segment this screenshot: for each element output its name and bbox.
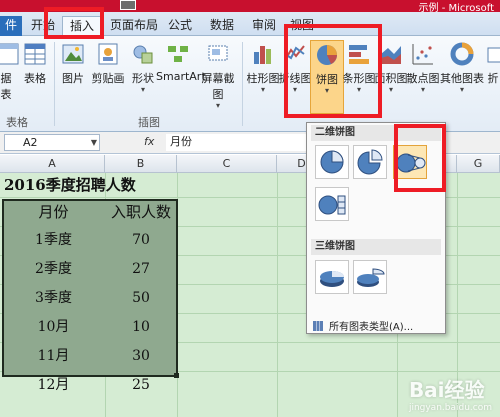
column-header-g[interactable]: G [457,155,500,173]
table-cell-label[interactable]: 1季度 [2,227,105,253]
3d-exploded-pie-icon [357,268,385,287]
name-box-value: A2 [23,136,38,149]
header-cell-hires[interactable]: 入职人数 [105,199,177,225]
table-cell-label[interactable]: 2季度 [2,256,105,282]
clipart-label: 剪贴画 [91,72,125,85]
picture-label: 图片 [62,72,84,85]
tab-review[interactable]: 审阅 [248,16,280,36]
column-header-a[interactable]: A [0,155,105,173]
exploded-pie-icon [357,149,383,175]
scatter-chart-button[interactable]: 散点图 ▾ [406,40,440,94]
formula-input[interactable]: 月份 [166,134,306,151]
scatter-chart-icon [412,44,433,65]
group-separator [242,42,243,126]
shapes-icon [133,45,153,64]
group-label-tables: 表格 [6,116,28,129]
chart-types-icon [313,321,323,331]
table-cell-value[interactable]: 27 [105,256,177,282]
all-chart-types-label: 所有图表类型(A)... [329,322,414,333]
bar-of-pie-icon [318,195,346,215]
table-button[interactable]: 表格 [20,40,50,86]
pie-option-bar-of-pie[interactable] [315,187,349,221]
screenshot-icon [208,45,228,61]
clipart-icon [98,43,118,65]
column-chart-label: 柱形图 [246,72,280,85]
quick-access-icon[interactable] [120,0,136,10]
watermark-brand: Bai经验 [408,378,485,402]
sparkline-icon [487,47,500,63]
other-charts-button[interactable]: 其他图表 ▾ [440,40,484,94]
header-cell-month[interactable]: 月份 [2,199,105,225]
group-separator [54,42,55,126]
sheet-title-cell[interactable]: 2016季度招聘人数 [4,173,184,197]
picture-icon [62,44,84,64]
column-header-b[interactable]: B [105,155,177,173]
table-cell-label[interactable]: 11月 [2,343,105,369]
table-cell-label[interactable]: 12月 [2,372,105,398]
pivot-table-sublabel: 表 [0,88,12,101]
table-cell-value[interactable]: 50 [105,285,177,311]
screenshot-button[interactable]: 屏幕截图 ▾ [198,40,238,110]
screenshot-dropdown-icon[interactable]: ▾ [198,102,238,110]
annotation-box-pie-of-pie [394,124,446,192]
picture-button[interactable]: 图片 [58,40,88,86]
table-icon [24,43,46,65]
table-cell-value[interactable]: 70 [105,227,177,253]
tab-file[interactable]: 件 [0,16,22,36]
fx-icon[interactable]: fx [144,135,154,148]
all-chart-types-link[interactable]: 所有图表类型(A)... [313,318,413,333]
pie-option-exploded[interactable] [353,145,387,179]
screenshot-label: 屏幕截图 [201,72,235,101]
column-header-c[interactable]: C [177,155,277,173]
scatter-chart-label: 散点图 [406,72,440,85]
column-chart-dropdown-icon[interactable]: ▾ [246,86,280,94]
tab-formulas[interactable]: 公式 [164,16,196,36]
clipart-button[interactable]: 剪贴画 [90,40,126,86]
donut-chart-icon [450,42,474,66]
pivot-table-icon [0,43,19,65]
column-chart-icon [254,46,271,64]
table-cell-value[interactable]: 25 [105,372,177,398]
tab-page-layout[interactable]: 页面布局 [106,16,162,36]
smartart-icon [168,46,188,62]
group-label-illustrations: 插图 [138,116,160,129]
table-cell-value[interactable]: 30 [105,343,177,369]
pivot-table-label: 据 [0,72,12,85]
annotation-box-insert-tab [44,7,104,39]
grid-line [277,173,278,417]
section-header-3d-pie: 三维饼图 [311,239,441,255]
pie-option-pie[interactable] [315,145,349,179]
other-charts-label: 其他图表 [440,72,484,85]
table-cell-label[interactable]: 10月 [2,314,105,340]
shapes-label: 形状 [132,72,154,85]
ribbon: 据 表 表格 图片 剪贴画 形状 ▾ SmartArt 屏幕截图 ▾ 柱形图 ▾ [0,36,500,132]
shapes-dropdown-icon[interactable]: ▾ [128,86,158,94]
name-box[interactable]: A2 ▼ [4,134,100,151]
3d-pie-icon [320,271,344,287]
pivot-table-button[interactable]: 据 表 [0,40,19,102]
sparkline-label: 折 [487,72,499,85]
pie-option-3d[interactable] [315,260,349,294]
table-cell-label[interactable]: 3季度 [2,285,105,311]
watermark-url: jingyan.baidu.com [408,403,492,413]
annotation-box-pie-button [284,24,382,118]
other-charts-dropdown-icon[interactable]: ▾ [440,86,484,94]
scatter-chart-dropdown-icon[interactable]: ▾ [406,86,440,94]
shapes-button[interactable]: 形状 ▾ [128,40,158,94]
pie-icon [320,150,344,174]
tab-data[interactable]: 数据 [206,16,238,36]
column-chart-button[interactable]: 柱形图 ▾ [246,40,280,94]
smartart-button[interactable]: SmartArt [156,40,206,83]
sparkline-button[interactable]: 折 [486,40,500,86]
table-label: 表格 [24,72,46,85]
baidu-watermark: Bai经验 jingyan.baidu.com [409,374,492,413]
pie-option-3d-exploded[interactable] [353,260,387,294]
table-cell-value[interactable]: 10 [105,314,177,340]
name-box-dropdown-icon[interactable]: ▼ [91,135,97,150]
